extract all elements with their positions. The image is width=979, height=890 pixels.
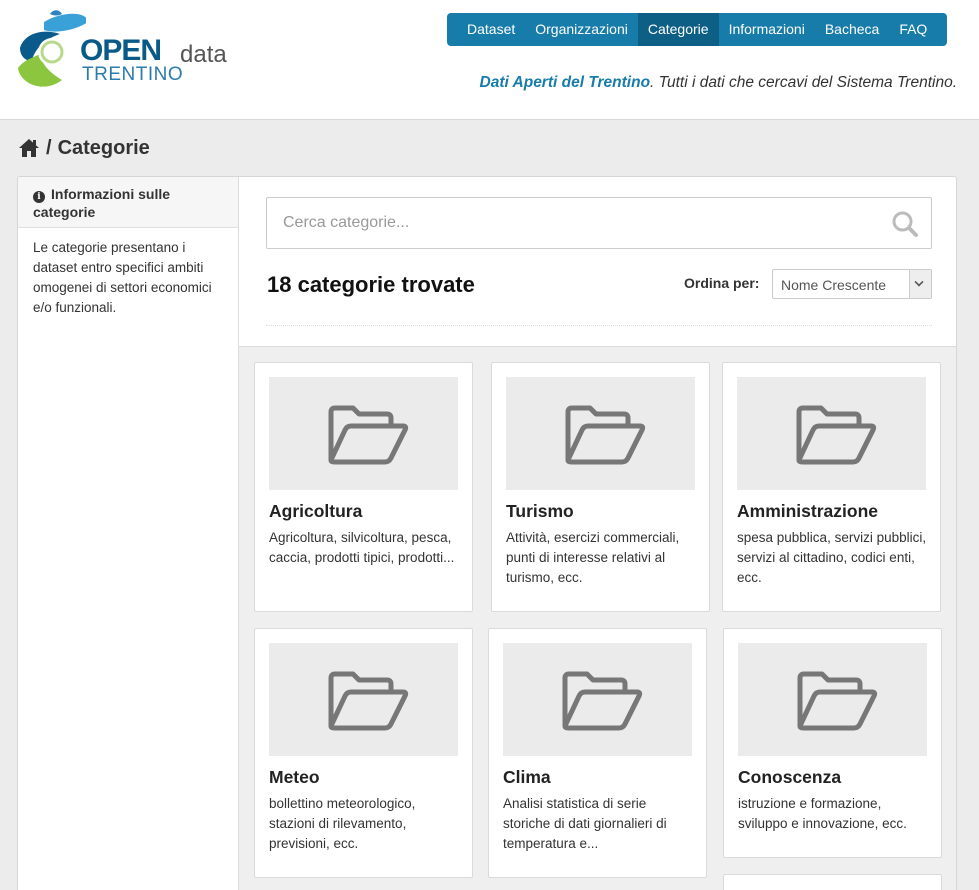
nav-item-informazioni[interactable]: Informazioni — [719, 13, 815, 46]
card-title: Turismo — [506, 501, 574, 521]
card-description: spesa pubblica, servizi pubblici, serviz… — [737, 530, 927, 585]
card-description: istruzione e formazione, sviluppo e inno… — [738, 796, 907, 831]
sidebar-heading-text: Informazioni sulle categorie — [33, 186, 171, 220]
main-nav: Dataset Organizzazioni Categorie Informa… — [447, 13, 948, 46]
card-description: Analisi statistica di serie storiche di … — [503, 796, 667, 851]
primary-content: 18 categorie trovate Ordina per: Nome Cr… — [239, 177, 956, 890]
folder-open-icon — [328, 671, 409, 731]
logo-text-open: OPEN — [80, 34, 162, 67]
card-description: Attività, esercizi commerciali, punti di… — [506, 530, 680, 585]
category-card-partial[interactable] — [723, 874, 942, 890]
breadcrumb: / Categorie — [18, 136, 150, 160]
folder-open-icon — [565, 405, 646, 465]
card-description: bollettino meteorologico, stazioni di ri… — [269, 796, 416, 851]
home-icon[interactable] — [18, 138, 40, 158]
info-icon: i — [33, 191, 45, 203]
card-thumbnail — [503, 643, 692, 756]
folder-open-icon — [796, 405, 877, 465]
order-by-label: Ordina per: — [684, 275, 760, 291]
folder-open-icon — [797, 671, 878, 731]
category-card-turismo[interactable]: Turismo Attività, esercizi commerciali, … — [491, 362, 710, 612]
opendata-trentino-logo[interactable]: OPEN data TRENTINO — [16, 8, 227, 92]
breadcrumb-current: Categorie — [57, 136, 150, 159]
category-grid: Agricoltura Agricoltura, silvicoltura, p… — [239, 347, 956, 890]
category-card-clima[interactable]: Clima Analisi statistica di serie storic… — [488, 628, 707, 878]
nav-item-dataset[interactable]: Dataset — [457, 13, 525, 46]
results-count-title: 18 categorie trovate — [267, 272, 475, 297]
card-thumbnail — [269, 643, 458, 756]
folder-open-icon — [328, 405, 409, 465]
tagline-rest: . Tutti i dati che cercavi del Sistema T… — [650, 74, 957, 91]
card-thumbnail — [738, 643, 927, 756]
sidebar-heading: i Informazioni sulle categorie — [18, 177, 238, 228]
main-wrapper: i Informazioni sulle categorie Le categor… — [17, 176, 957, 890]
category-card-agricoltura[interactable]: Agricoltura Agricoltura, silvicoltura, p… — [254, 362, 473, 612]
category-card-conoscenza[interactable]: Conoscenza istruzione e formazione, svil… — [723, 628, 942, 858]
search-box — [266, 197, 932, 249]
card-title: Clima — [503, 767, 551, 787]
card-title: Amministrazione — [737, 501, 878, 521]
search-icon[interactable] — [891, 210, 919, 238]
order-by-value: Nome Crescente — [781, 277, 887, 293]
card-title: Meteo — [269, 767, 320, 787]
breadcrumb-separator: / — [46, 136, 52, 159]
card-description: Agricoltura, silvicoltura, pesca, caccia… — [269, 530, 455, 565]
logo-mark-icon — [18, 10, 86, 87]
logo-text-data: data — [180, 41, 227, 68]
search-section: 18 categorie trovate Ordina per: Nome Cr… — [239, 177, 956, 347]
sidebar-description: Le categorie presentano i dataset entro … — [33, 240, 212, 315]
card-thumbnail — [269, 377, 458, 490]
tagline-bold: Dati Aperti del Trentino — [479, 74, 651, 91]
nav-item-categorie[interactable]: Categorie — [637, 13, 719, 46]
search-input[interactable] — [267, 198, 867, 248]
chevron-down-icon — [909, 270, 931, 298]
card-title: Conoscenza — [738, 767, 842, 787]
card-thumbnail — [506, 377, 695, 490]
sidebar: i Informazioni sulle categorie Le categor… — [18, 177, 239, 890]
nav-item-faq[interactable]: FAQ — [889, 13, 937, 46]
category-card-amministrazione[interactable]: Amministrazione spesa pubblica, servizi … — [722, 362, 941, 612]
nav-item-organizzazioni[interactable]: Organizzazioni — [525, 13, 638, 46]
site-tagline: Dati Aperti del Trentino. Tutti i dati c… — [480, 74, 957, 92]
site-header: OPEN data TRENTINO Dataset Organizzazion… — [0, 0, 979, 120]
card-title: Agricoltura — [269, 501, 363, 521]
card-thumbnail — [737, 377, 926, 490]
order-by-select[interactable]: Nome Crescente — [772, 269, 932, 299]
logo-text-trentino: TRENTINO — [82, 64, 184, 85]
category-card-meteo[interactable]: Meteo bollettino meteorologico, stazioni… — [254, 628, 473, 878]
folder-open-icon — [562, 671, 643, 731]
divider — [266, 325, 932, 326]
nav-item-bacheca[interactable]: Bacheca — [815, 13, 889, 46]
